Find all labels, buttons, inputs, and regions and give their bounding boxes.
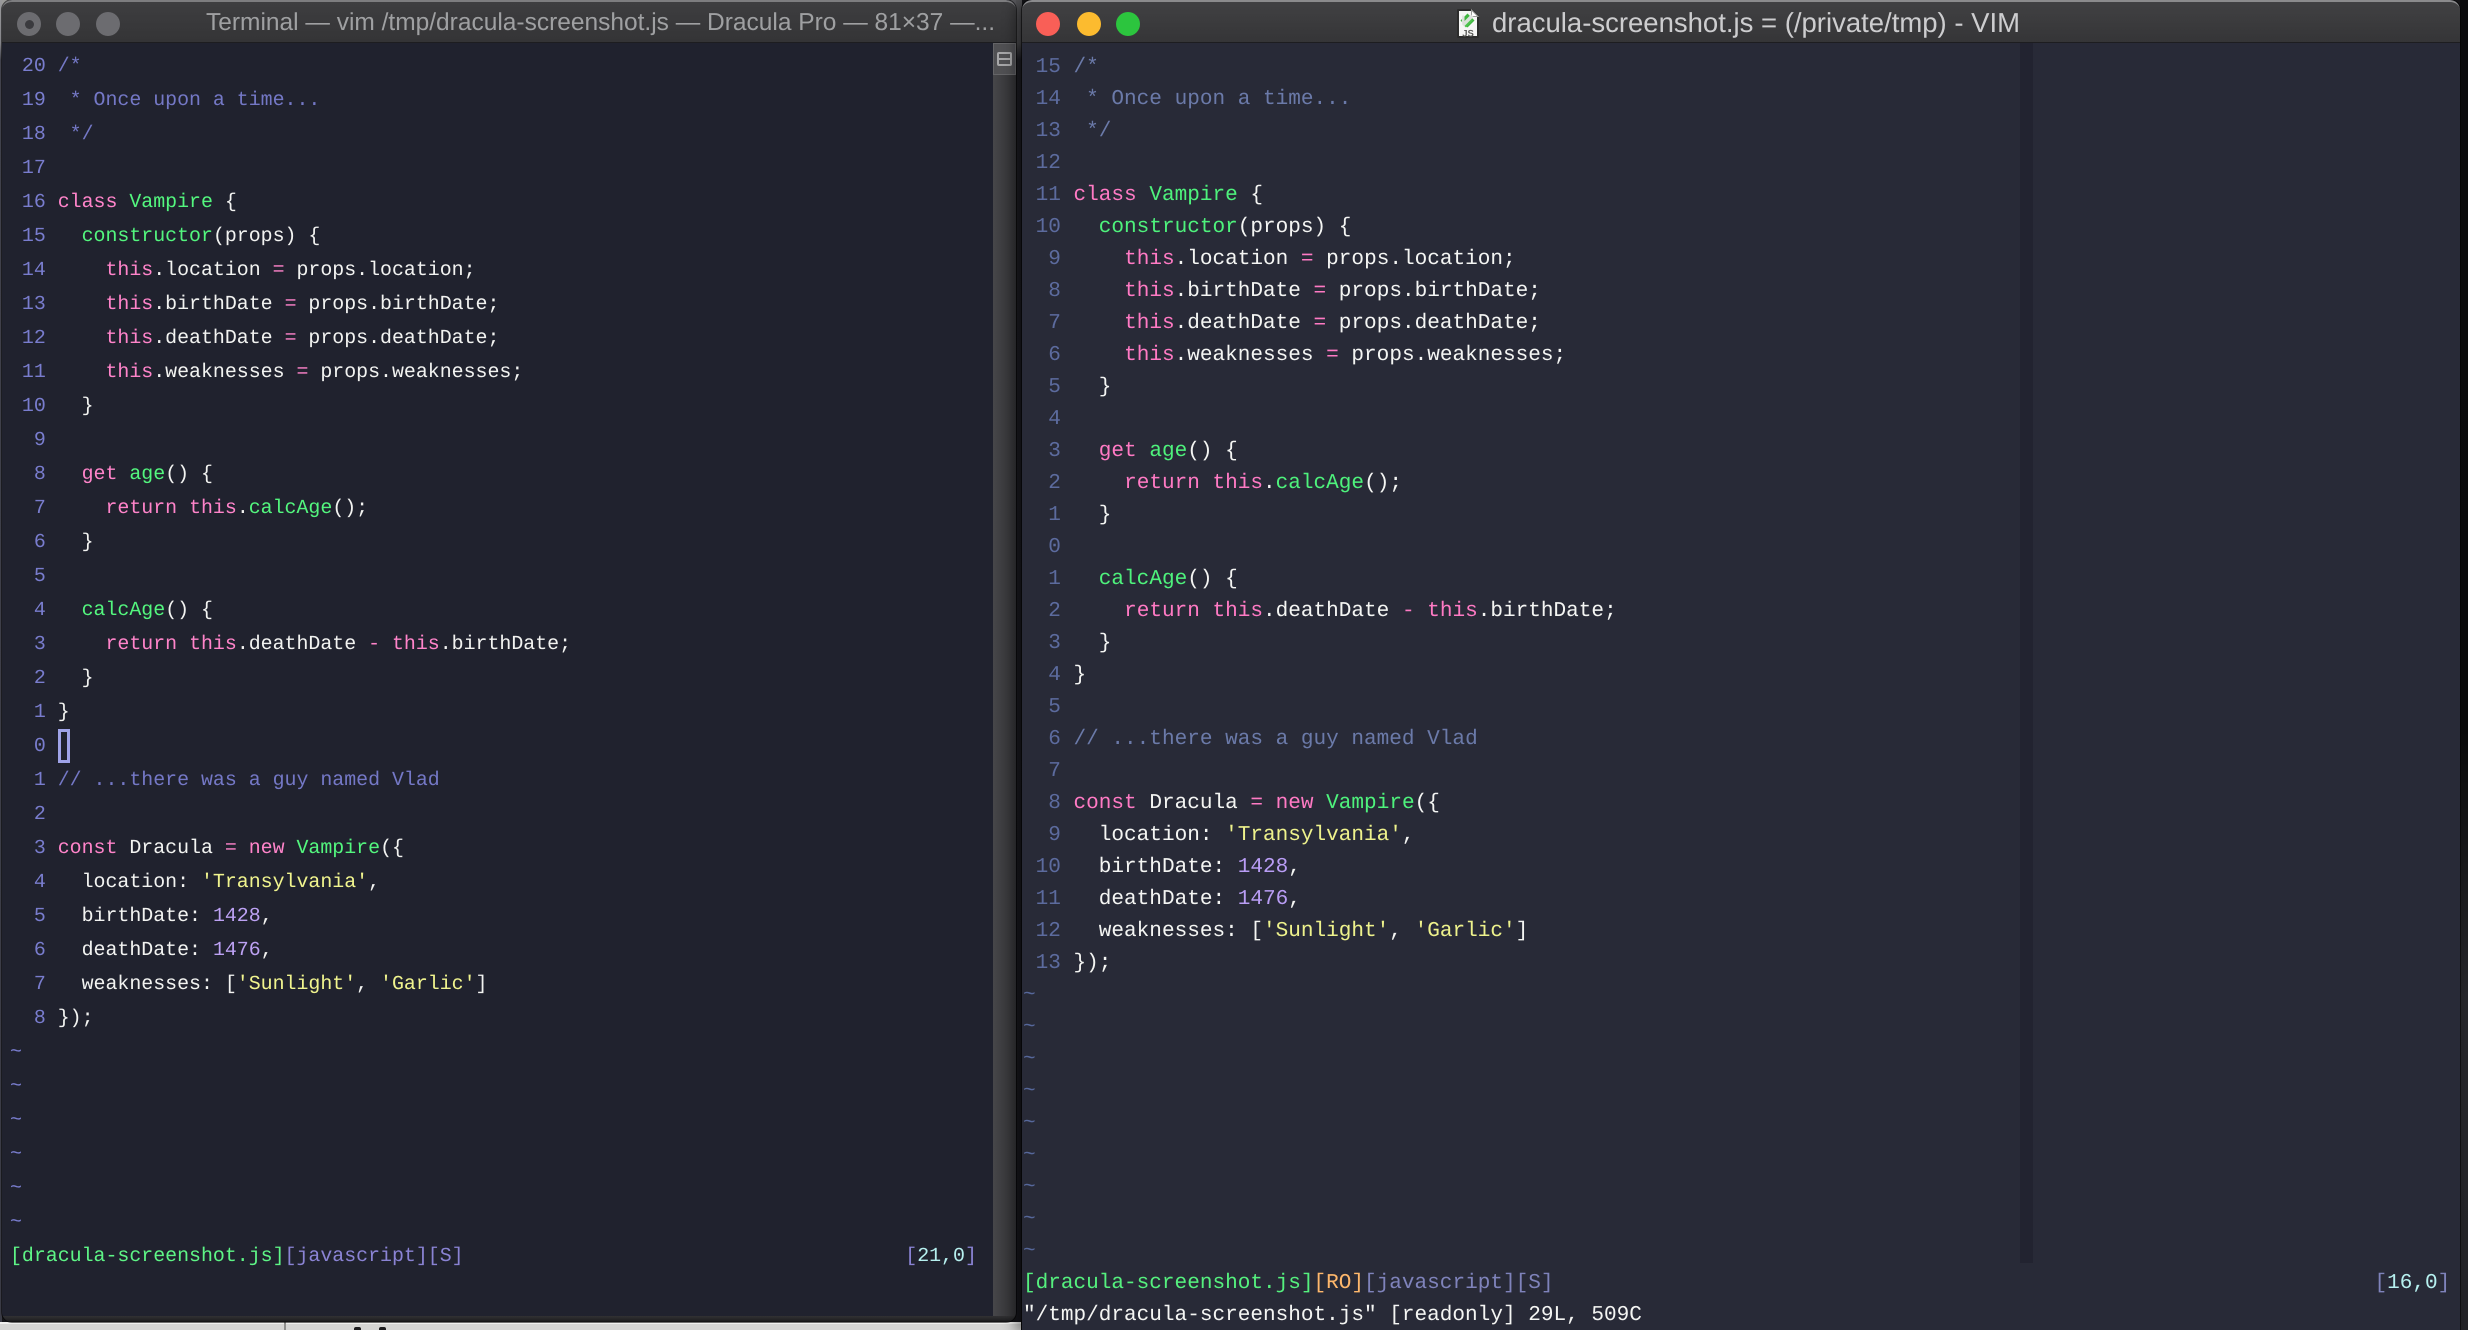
svg-text:JS: JS xyxy=(1462,29,1474,40)
